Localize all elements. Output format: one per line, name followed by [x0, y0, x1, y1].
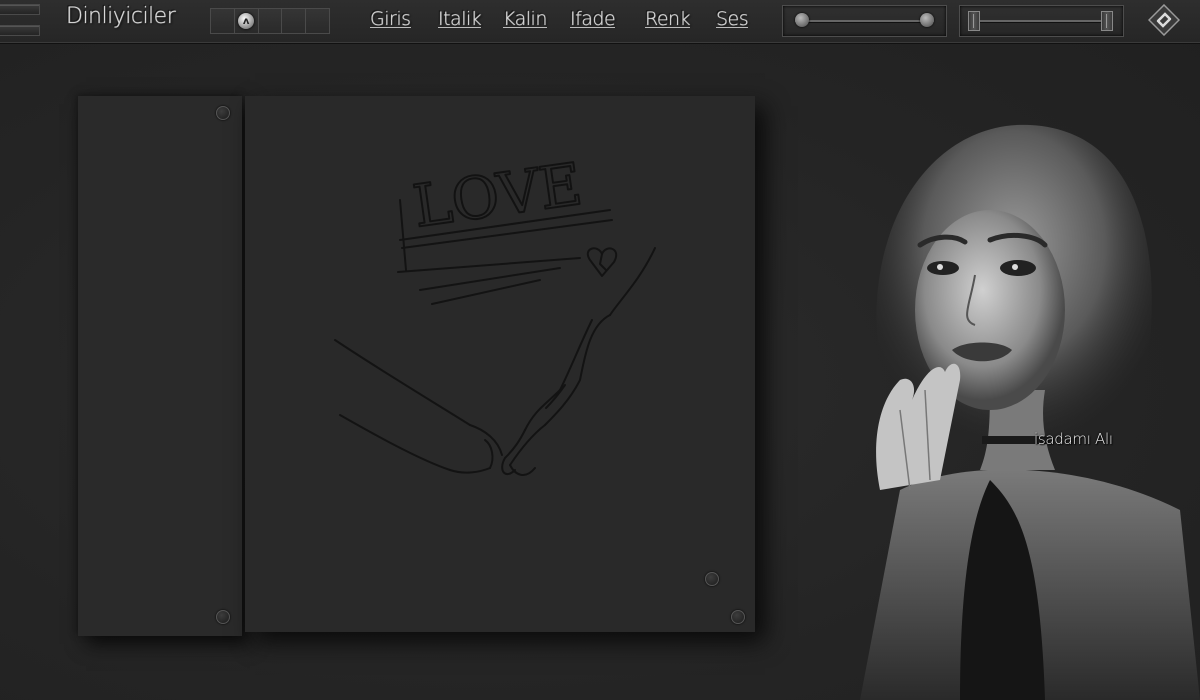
slider-track	[972, 20, 1111, 22]
segment-5[interactable]	[306, 9, 329, 33]
screw-icon	[705, 572, 719, 586]
portrait-photo	[860, 124, 1200, 700]
slider-thumb-min[interactable]	[795, 13, 809, 27]
menu-bar-bottom	[0, 25, 40, 36]
range-slider-left[interactable]	[782, 5, 947, 37]
nav-underline	[370, 27, 411, 28]
slider-handle-min[interactable]	[968, 11, 980, 31]
love-sketch-illustration: LOVE	[334, 149, 656, 476]
nav-link-italik[interactable]: Italik	[438, 8, 482, 30]
nav-underline	[570, 27, 616, 28]
range-slider-right[interactable]	[959, 5, 1124, 37]
slider-track	[795, 20, 934, 22]
logo-icon[interactable]	[1148, 4, 1180, 36]
nav-link-kalin[interactable]: Kalin	[503, 8, 547, 30]
menu-bar-top	[0, 4, 40, 15]
segment-2[interactable]: ʌ	[234, 9, 259, 33]
segment-control[interactable]: ʌ	[210, 8, 330, 34]
segment-1[interactable]	[211, 9, 235, 33]
knob-icon[interactable]: ʌ	[238, 13, 255, 29]
nav-link-ses[interactable]: Ses	[716, 8, 749, 30]
screw-icon	[216, 106, 230, 120]
slider-handle-max[interactable]	[1101, 11, 1113, 31]
nav-underline	[503, 27, 547, 28]
slider-thumb-max[interactable]	[920, 13, 934, 27]
nav-link-renk[interactable]: Renk	[645, 8, 691, 30]
screw-icon	[216, 610, 230, 624]
nav-underline	[716, 27, 749, 28]
menu-icon[interactable]	[0, 4, 40, 36]
watermark-text: isadamı Alı	[1034, 430, 1113, 448]
nav-underline	[438, 27, 482, 28]
app-window: Dinliyiciler ʌ Giris Italik Kalin Ifade	[0, 0, 1200, 700]
segment-4[interactable]	[282, 9, 307, 33]
app-title: Dinliyiciler	[66, 4, 176, 29]
side-panel	[78, 96, 242, 636]
nav-link-ifade[interactable]: Ifade	[570, 8, 616, 30]
screw-icon	[731, 610, 745, 624]
top-bar: Dinliyiciler ʌ Giris Italik Kalin Ifade	[0, 0, 1200, 43]
nav-underline	[645, 27, 691, 28]
nav-link-giris[interactable]: Giris	[370, 8, 411, 30]
segment-3[interactable]	[258, 9, 283, 33]
